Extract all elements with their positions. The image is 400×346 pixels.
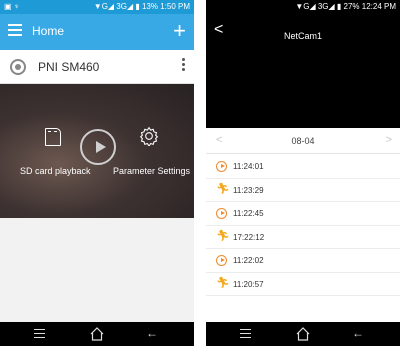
- event-row[interactable]: 🏃︎ 11:23:29: [206, 178, 400, 202]
- more-options-icon[interactable]: [182, 58, 186, 73]
- home-icon[interactable]: [295, 327, 311, 346]
- next-date-button[interactable]: >: [386, 134, 392, 146]
- camera-icon: [10, 59, 26, 75]
- recording-icon: [216, 161, 227, 172]
- recording-icon: [216, 208, 227, 219]
- status-indicators: ▼G◢ 3G◢ ▮ 13% 1:50 PM: [93, 2, 190, 11]
- add-device-button[interactable]: +: [173, 18, 186, 44]
- motion-icon: 🏃︎: [216, 182, 230, 195]
- sd-card-playback-label[interactable]: SD card playback: [20, 166, 91, 176]
- event-time: 11:22:45: [233, 209, 264, 218]
- home-icon[interactable]: [89, 327, 105, 346]
- gear-icon[interactable]: [139, 126, 159, 146]
- motion-icon: 🏃︎: [216, 229, 230, 242]
- menu-icon[interactable]: [8, 24, 22, 36]
- event-row[interactable]: 🏃︎ 11:20:57: [206, 272, 400, 296]
- notification-icons: ▣ ♆: [4, 2, 20, 11]
- recording-icon: [216, 255, 227, 266]
- home-screen: ▣ ♆ ▼G◢ 3G◢ ▮ 13% 1:50 PM Home + PNI SM4…: [0, 0, 194, 346]
- motion-icon: 🏃︎: [216, 276, 230, 289]
- current-date: 08-04: [291, 136, 315, 146]
- device-name: PNI SM460: [38, 60, 100, 74]
- event-time: 17:22:12: [233, 232, 265, 242]
- event-row[interactable]: 11:22:45: [206, 202, 400, 226]
- app-bar: Home +: [0, 14, 194, 50]
- parameter-settings-label[interactable]: Parameter Settings: [113, 166, 190, 176]
- date-selector: < 08-04 >: [206, 128, 400, 154]
- back-icon[interactable]: ←: [146, 326, 158, 340]
- page-title: Home: [32, 24, 65, 38]
- event-time: 11:23:29: [233, 185, 264, 195]
- event-row[interactable]: 11:24:01: [206, 155, 400, 179]
- back-icon[interactable]: ←: [352, 326, 364, 340]
- sd-card-icon[interactable]: [45, 128, 61, 146]
- camera-title: NetCam1: [283, 31, 322, 41]
- event-list: 11:24:01 🏃︎ 11:23:29 11:22:45 🏃︎ 17:22:12 11:2…: [206, 155, 400, 296]
- recent-apps-icon[interactable]: [240, 329, 251, 341]
- event-row[interactable]: 🏃︎ 17:22:12: [206, 225, 400, 249]
- status-bar: ▣ ♆ ▼G◢ 3G◢ ▮ 13% 1:50 PM: [0, 0, 194, 14]
- system-nav-bar: ←: [0, 322, 194, 346]
- event-time: 11:20:57: [233, 279, 264, 289]
- event-time: 11:24:01: [233, 162, 264, 171]
- status-indicators: ▼G◢ 3G◢ ▮ 27% 12:24 PM: [295, 2, 396, 11]
- status-bar: ▼G◢ 3G◢ ▮ 27% 12:24 PM: [206, 0, 400, 14]
- system-nav-bar: ←: [206, 322, 400, 346]
- play-button[interactable]: [80, 129, 116, 165]
- event-time: 11:22:02: [233, 256, 264, 265]
- camera-preview: SD card playback Parameter Settings: [0, 84, 194, 218]
- playback-screen: ▼G◢ 3G◢ ▮ 27% 12:24 PM < NetCam1 < 08-04…: [206, 0, 400, 346]
- video-player[interactable]: < NetCam1: [206, 14, 400, 128]
- event-row[interactable]: 11:22:02: [206, 249, 400, 273]
- device-row[interactable]: PNI SM460: [0, 50, 194, 84]
- recent-apps-icon[interactable]: [34, 329, 45, 341]
